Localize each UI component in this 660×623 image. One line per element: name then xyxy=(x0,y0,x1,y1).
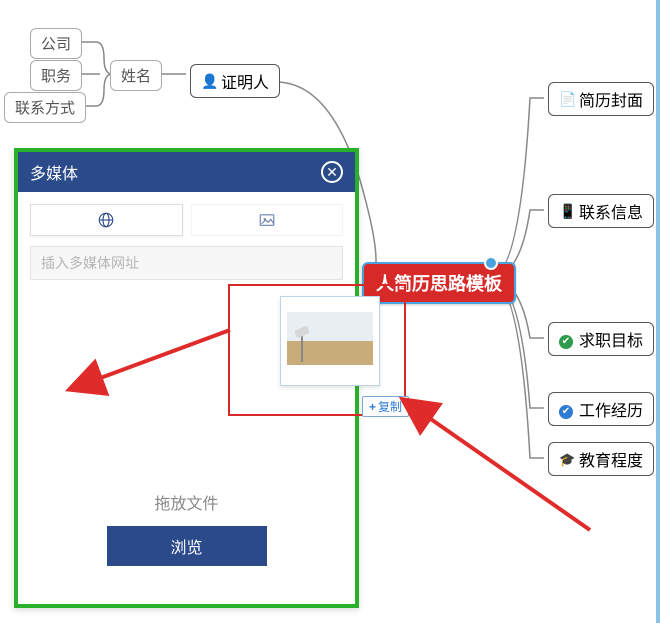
node-objective[interactable]: 求职目标 xyxy=(548,322,654,356)
doc-icon xyxy=(559,91,575,107)
copy-badge: 复制 xyxy=(362,396,409,417)
node-label: 证明人 xyxy=(221,69,269,93)
dialog-title: 多媒体 xyxy=(30,160,78,184)
drag-thumbnail[interactable] xyxy=(280,296,380,386)
node-contact[interactable]: 联系方式 xyxy=(4,92,86,123)
node-contact-info[interactable]: 联系信息 xyxy=(548,194,654,228)
node-label: 公司 xyxy=(41,33,71,54)
url-input[interactable] xyxy=(30,246,343,280)
copy-label: 复制 xyxy=(378,398,402,415)
node-label: 职务 xyxy=(41,65,71,86)
node-label: 联系方式 xyxy=(15,97,75,118)
dialog-header[interactable]: 多媒体 ✕ xyxy=(18,152,355,192)
tab-url[interactable] xyxy=(30,204,183,236)
node-label: 工作经历 xyxy=(579,397,643,421)
mindmap-canvas[interactable]: 公司 职务 姓名 联系方式 证明人 人简历思路模板 简历封面 联系信息 求职目标… xyxy=(0,0,660,623)
tab-image[interactable] xyxy=(191,204,344,236)
node-cover[interactable]: 简历封面 xyxy=(548,82,654,116)
check-blue-icon xyxy=(559,401,575,417)
node-name[interactable]: 姓名 xyxy=(110,60,162,91)
node-label: 联系信息 xyxy=(579,199,643,223)
education-icon xyxy=(559,451,575,467)
image-icon xyxy=(258,211,276,229)
right-edge xyxy=(656,0,660,623)
node-label: 姓名 xyxy=(121,65,151,86)
node-label: 简历封面 xyxy=(579,87,643,111)
phone-icon xyxy=(559,203,575,219)
node-position[interactable]: 职务 xyxy=(30,60,82,91)
tabs xyxy=(30,204,343,236)
check-icon xyxy=(559,331,575,347)
node-witness[interactable]: 证明人 xyxy=(190,64,280,98)
lamp-icon xyxy=(301,330,303,362)
thumbnail-image xyxy=(287,312,373,365)
node-label: 求职目标 xyxy=(579,327,643,351)
node-label: 教育程度 xyxy=(579,447,643,471)
close-icon[interactable]: ✕ xyxy=(321,161,343,183)
globe-icon xyxy=(97,211,115,229)
node-company[interactable]: 公司 xyxy=(30,28,82,59)
node-education[interactable]: 教育程度 xyxy=(548,442,654,476)
drop-label: 拖放文件 xyxy=(154,490,218,514)
person-icon xyxy=(201,73,217,89)
node-handle[interactable] xyxy=(484,256,498,270)
node-experience[interactable]: 工作经历 xyxy=(548,392,654,426)
browse-button[interactable]: 浏览 xyxy=(107,526,267,566)
